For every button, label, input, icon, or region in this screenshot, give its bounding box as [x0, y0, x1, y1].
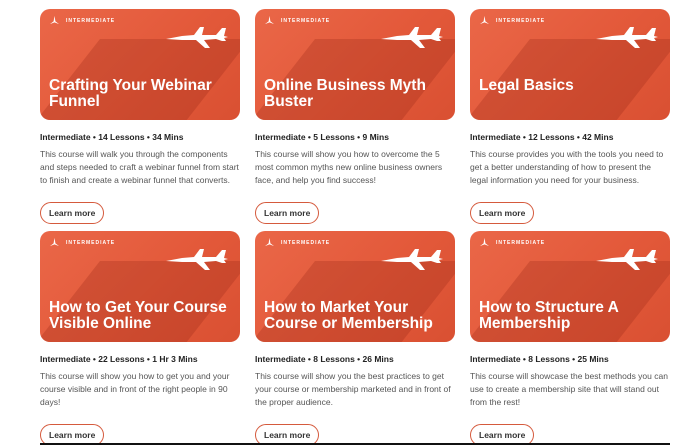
course-card: INTERMEDIATE Legal Basics Intermediate •…	[470, 9, 670, 224]
learn-more-button[interactable]: Learn more	[255, 424, 320, 445]
level-icon	[264, 15, 275, 25]
learn-more-button[interactable]: Learn more	[470, 202, 535, 224]
course-title: How to Structure A Membership	[479, 299, 619, 332]
level-badge: INTERMEDIATE	[49, 15, 115, 26]
course-thumbnail[interactable]: INTERMEDIATE How to Market Your Course o…	[255, 231, 455, 342]
course-meta: Intermediate • 5 Lessons • 9 Mins	[255, 132, 389, 142]
level-badge: INTERMEDIATE	[264, 15, 330, 26]
course-title: How to Get Your Course Visible Online	[49, 299, 227, 332]
badge-label: INTERMEDIATE	[281, 17, 331, 24]
level-badge: INTERMEDIATE	[479, 15, 545, 26]
course-card: INTERMEDIATE How to Market Your Course o…	[255, 231, 455, 445]
learn-more-button[interactable]: Learn more	[255, 202, 320, 224]
course-description: This course will walk you through the co…	[40, 149, 239, 185]
learn-more-button[interactable]: Learn more	[470, 424, 535, 445]
course-title: Legal Basics	[479, 77, 574, 94]
course-card: INTERMEDIATE Online Business Myth Buster…	[255, 9, 455, 224]
course-description: This course will showcase the best metho…	[470, 371, 668, 407]
level-icon	[49, 237, 60, 247]
airplane-icon	[381, 27, 443, 48]
course-meta: Intermediate • 8 Lessons • 25 Mins	[470, 354, 609, 364]
badge-label: INTERMEDIATE	[496, 17, 546, 24]
badge-label: INTERMEDIATE	[66, 17, 116, 24]
course-description: This course will show you how to overcom…	[255, 149, 443, 185]
level-badge: INTERMEDIATE	[479, 237, 545, 248]
course-meta: Intermediate • 12 Lessons • 42 Mins	[470, 132, 614, 142]
course-card: INTERMEDIATE How to Structure A Membersh…	[470, 231, 670, 445]
course-description: This course will show you how to get you…	[40, 371, 230, 407]
course-thumbnail[interactable]: INTERMEDIATE Legal Basics	[470, 9, 670, 120]
course-meta: Intermediate • 8 Lessons • 26 Mins	[255, 354, 394, 364]
airplane-icon	[166, 249, 228, 270]
course-title: Crafting Your Webinar Funnel	[49, 77, 212, 110]
learn-more-button[interactable]: Learn more	[40, 202, 105, 224]
airplane-icon	[596, 27, 658, 48]
badge-label: INTERMEDIATE	[281, 239, 331, 246]
course-thumbnail[interactable]: INTERMEDIATE How to Structure A Membersh…	[470, 231, 670, 342]
airplane-icon	[166, 27, 228, 48]
course-thumbnail[interactable]: INTERMEDIATE Online Business Myth Buster	[255, 9, 455, 120]
course-title: Online Business Myth Buster	[264, 77, 426, 110]
level-badge: INTERMEDIATE	[49, 237, 115, 248]
course-thumbnail[interactable]: INTERMEDIATE How to Get Your Course Visi…	[40, 231, 240, 342]
course-thumbnail[interactable]: INTERMEDIATE Crafting Your Webinar Funne…	[40, 9, 240, 120]
level-icon	[49, 15, 60, 25]
learn-more-button[interactable]: Learn more	[40, 424, 105, 445]
level-icon	[479, 237, 490, 247]
course-meta: Intermediate • 14 Lessons • 34 Mins	[40, 132, 184, 142]
course-description: This course provides you with the tools …	[470, 149, 664, 185]
course-description: This course will show you the best pract…	[255, 371, 451, 407]
airplane-icon	[381, 249, 443, 270]
airplane-icon	[596, 249, 658, 270]
course-meta: Intermediate • 22 Lessons • 1 Hr 3 Mins	[40, 354, 198, 364]
course-card: INTERMEDIATE How to Get Your Course Visi…	[40, 231, 240, 445]
badge-label: INTERMEDIATE	[496, 239, 546, 246]
course-title: How to Market Your Course or Membership	[264, 299, 433, 332]
badge-label: INTERMEDIATE	[66, 239, 116, 246]
level-badge: INTERMEDIATE	[264, 237, 330, 248]
level-icon	[264, 237, 275, 247]
course-card: INTERMEDIATE Crafting Your Webinar Funne…	[40, 9, 240, 224]
level-icon	[479, 15, 490, 25]
